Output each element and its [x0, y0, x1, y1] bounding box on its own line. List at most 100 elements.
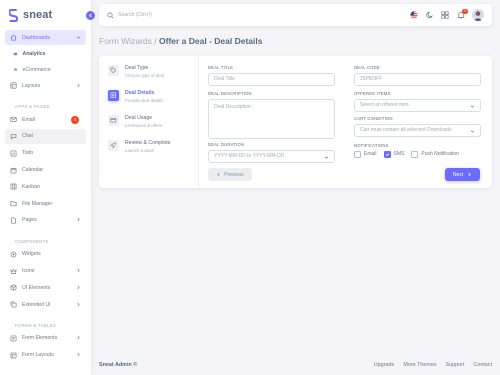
sidebar-item-todo[interactable]: Todo [5, 146, 86, 161]
sidebar-item-icons[interactable]: Icons [5, 264, 86, 279]
grid-icon [10, 183, 17, 190]
chevron-down-icon [470, 130, 475, 133]
placeholder-text: Select an offered item [360, 102, 409, 108]
layout-icon [10, 352, 17, 359]
field-label: NOTIFICATIONS [354, 143, 389, 148]
wizard-steps: Deal Type Choose type of deal Deal Detai… [99, 56, 199, 188]
user-avatar[interactable] [472, 9, 484, 21]
step-deal-type[interactable]: Deal Type Choose type of deal [99, 65, 198, 90]
online-status-dot [481, 18, 484, 21]
footer-link-support[interactable]: Support [446, 362, 465, 368]
copy-icon [10, 301, 17, 308]
sidebar-item-extended-ui[interactable]: Extended UI [5, 297, 86, 312]
brand-name: sneat [23, 9, 53, 21]
step-deal-details[interactable]: Deal Details Provide deal details [99, 90, 198, 115]
notify-email-checkbox[interactable]: Email [354, 150, 377, 158]
sidebar-item-label: Icons [22, 268, 35, 275]
deal-wizard-card: Deal Type Choose type of deal Deal Detai… [99, 56, 492, 188]
sidebar-item-ecommerce[interactable]: eCommerce [5, 63, 86, 77]
step-title: Review & Complete [125, 140, 171, 146]
notification-options: Email SMS Push Notification [354, 150, 481, 158]
chevron-right-icon [77, 285, 80, 290]
home-icon [10, 34, 17, 41]
offered-items-select[interactable]: Select an offered item [354, 98, 481, 112]
footer-link-upgrade[interactable]: Upgrade [374, 362, 395, 368]
tag-icon [108, 65, 119, 76]
footer: Sneat Admin © Upgrade More Themes Suppor… [99, 362, 492, 368]
field-label: DEAL DURATION [208, 142, 245, 147]
chevron-right-icon [77, 218, 80, 222]
search-icon[interactable] [107, 12, 114, 19]
step-review-complete[interactable]: Review & Complete Launch a deal! [99, 140, 198, 165]
search-input[interactable] [118, 12, 268, 18]
previous-button[interactable]: Previous [208, 168, 252, 181]
sidebar-item-pages[interactable]: Pages [5, 213, 86, 228]
sidebar-item-layouts[interactable]: Layouts [5, 78, 86, 93]
sidebar-item-form-elements[interactable]: Form Elements [5, 331, 86, 346]
deal-title-input[interactable]: Deal Title [208, 72, 335, 86]
chevron-right-icon [77, 336, 80, 340]
step-title: Deal Type [125, 65, 149, 71]
sidebar-item-ui-elements[interactable]: UI Elements [5, 280, 86, 295]
offered-items-field: OFFERED ITEMS Select an offered item [354, 91, 481, 112]
notify-push-checkbox[interactable]: Push Notification [411, 150, 459, 158]
deal-code-input[interactable]: 25PEOFF [354, 72, 481, 86]
footer-link-more-themes[interactable]: More Themes [403, 362, 436, 368]
next-button[interactable]: Next [445, 168, 480, 181]
sidebar-item-label: Form Elements [22, 335, 58, 342]
sidebar-menu: Dashboards Analytics eCommerce Layouts A… [0, 30, 91, 363]
sneat-logo-icon [9, 8, 18, 22]
chevron-right-icon [77, 268, 80, 273]
breadcrumb: Form Wizards / [99, 36, 157, 46]
page-title: Form Wizards / Offer a Deal - Deal Detai… [99, 36, 262, 46]
email-count-badge: 4 [71, 115, 79, 124]
sidebar-item-dashboards[interactable]: Dashboards [5, 30, 86, 45]
sidebar-item-kanban[interactable]: Kanban [5, 179, 86, 194]
sidebar-item-label: Dashboards [22, 34, 50, 41]
sidebar-item-analytics[interactable]: Analytics [5, 47, 86, 61]
chevron-down-icon [324, 156, 329, 159]
arrow-right-icon [468, 172, 471, 177]
field-label: DEAL TITLE [208, 65, 234, 70]
deal-duration-input[interactable]: YYYY-MM-DD to YYYY-MM-DD [208, 149, 335, 163]
deal-description-textarea[interactable]: Deal Description [208, 98, 335, 139]
sidebar-item-chat[interactable]: Chat [5, 128, 86, 144]
sidebar-item-widgets[interactable]: Widgets [5, 247, 86, 262]
cart-condition-field: CART CONDITION Cart must contain all sel… [354, 116, 481, 137]
layout-icon [10, 82, 17, 89]
sidebar-item-label: Pages [22, 217, 37, 224]
sidebar-item-email[interactable]: Email 4 [5, 112, 86, 127]
sidebar-item-form-layouts[interactable]: Form Layouts [5, 348, 86, 363]
moon-icon[interactable] [425, 11, 434, 19]
cart-condition-select[interactable]: Cart must contain all selected Downloads [354, 123, 481, 137]
step-deal-usage[interactable]: Deal Usage Limitations & offers [99, 115, 198, 140]
sidebar-item-label: Chat [22, 133, 33, 140]
button-label: Next [452, 171, 464, 178]
checkbox-box [411, 150, 419, 158]
language-flag-icon[interactable] [410, 11, 418, 19]
footer-link-contact[interactable]: Contact [473, 362, 492, 368]
sidebar-item-calendar[interactable]: Calendar [5, 163, 86, 178]
notify-sms-checkbox[interactable]: SMS [383, 150, 405, 158]
deal-title-field: DEAL TITLE Deal Title [208, 65, 335, 86]
checkbox-box [383, 150, 391, 158]
placeholder-text: Deal Description [214, 103, 251, 110]
calendar-icon [10, 167, 17, 174]
placeholder-text: Cart must contain all selected Downloads [360, 127, 452, 133]
chevron-left-icon [89, 13, 92, 18]
checkbox-label: SMS [393, 151, 405, 157]
field-label: CART CONDITION [354, 116, 393, 121]
detail-icon [108, 90, 119, 101]
field-label: DEAL CODE [354, 65, 380, 70]
placeholder-text: 25PEOFF [360, 76, 383, 82]
bullet-icon [14, 68, 17, 71]
brand[interactable]: sneat [0, 0, 91, 30]
shortcuts-grid-icon[interactable] [441, 11, 449, 19]
credit-card-icon [108, 115, 119, 126]
sidebar-item-file-manager[interactable]: File Manager [5, 196, 86, 211]
sidebar-item-label: File Manager [22, 200, 53, 207]
step-subtitle: Choose type of deal [125, 72, 165, 78]
sidebar-collapse-button[interactable] [85, 10, 96, 21]
sidebar-item-label: Calendar [22, 167, 44, 174]
bell-icon[interactable]: 4 [456, 8, 468, 19]
